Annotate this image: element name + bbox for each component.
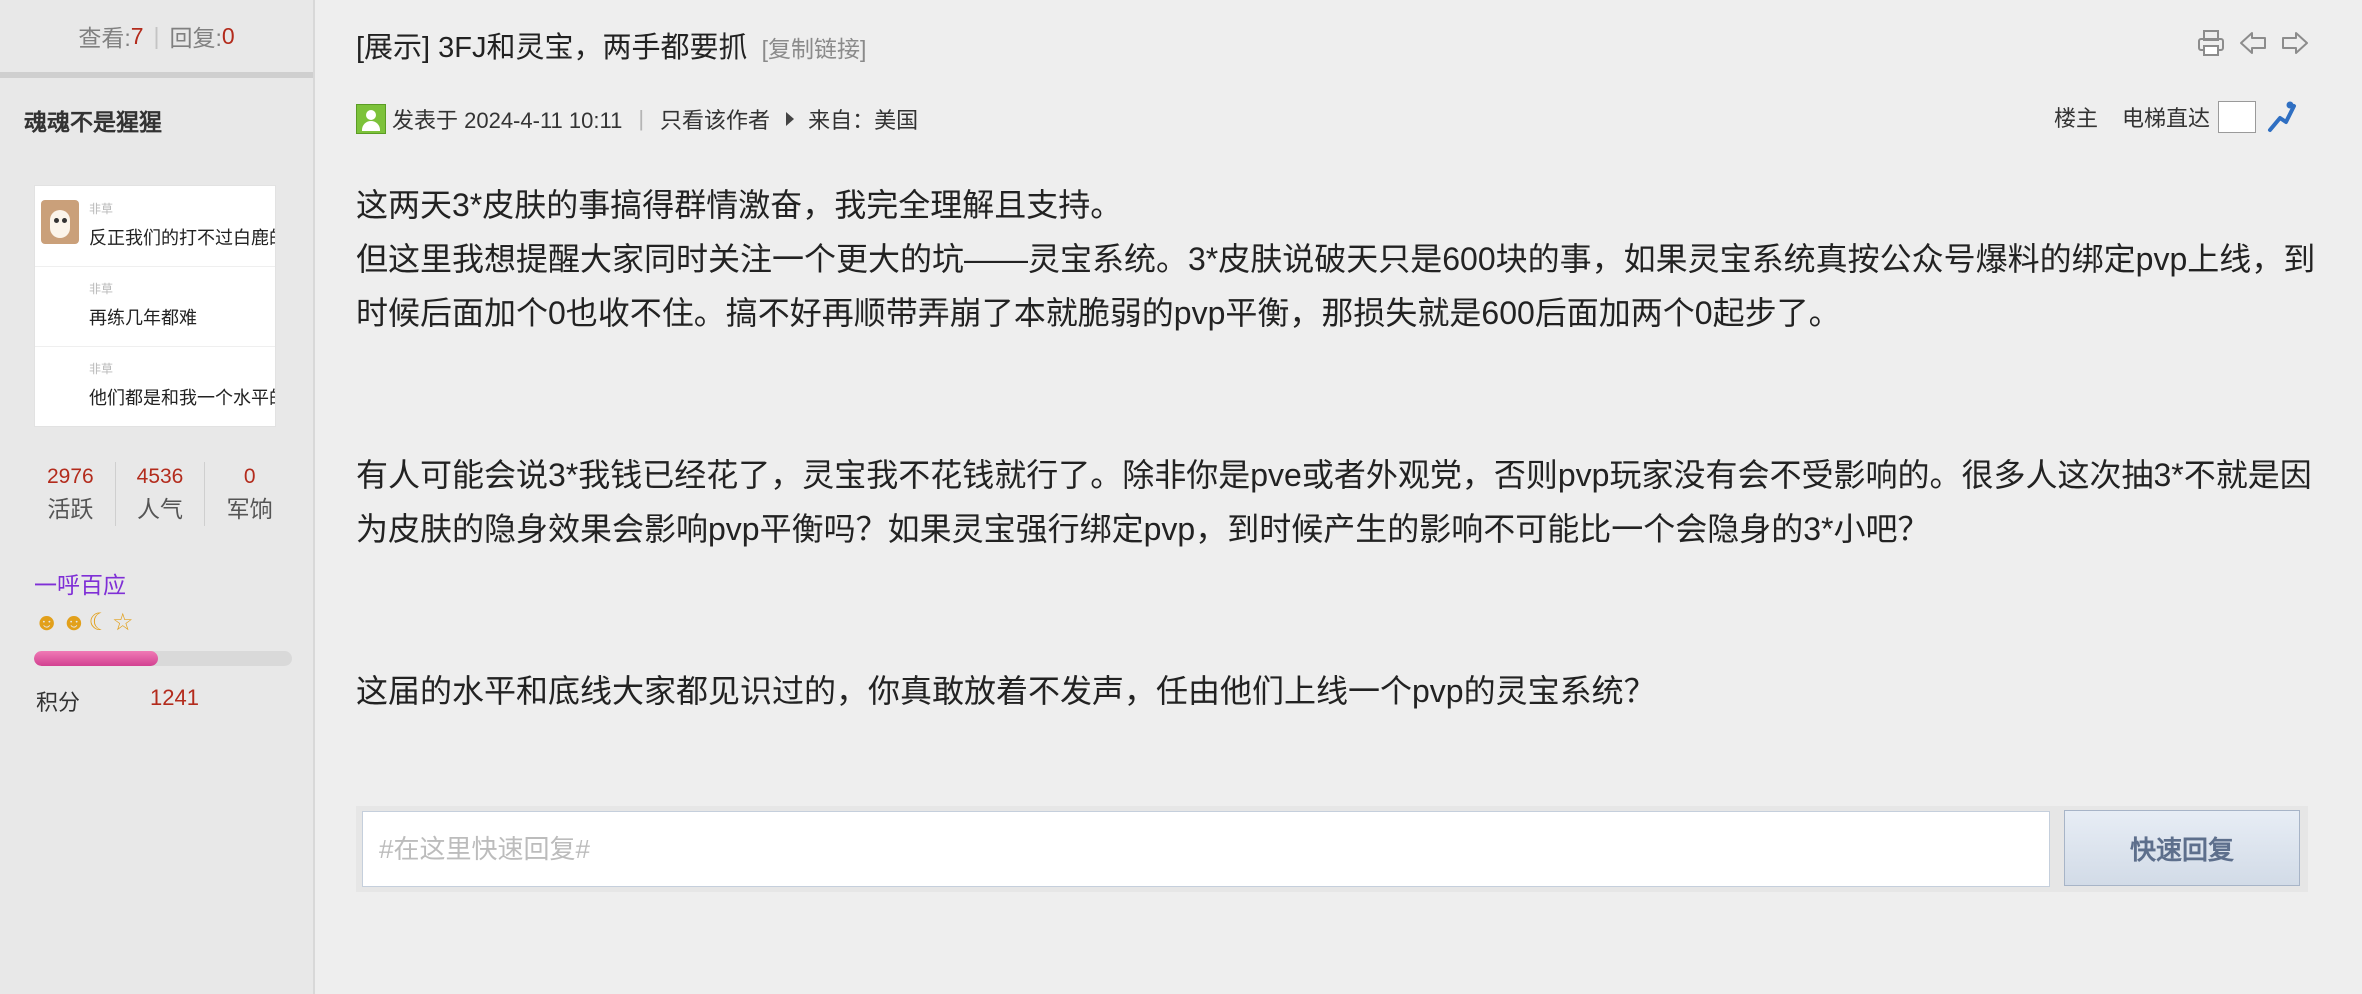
post-paragraph: 但这里我想提醒大家同时关注一个更大的坑——灵宝系统。3*皮肤说破天只是600块的… <box>356 241 2316 331</box>
copy-link-button[interactable]: [复制链接] <box>762 36 867 62</box>
stats-divider: | <box>153 22 160 49</box>
quick-reply: 快速回复 <box>356 806 2308 892</box>
avatar[interactable]: 非草 反正我们的打不过白鹿的 非草 再练几年都难 非草 他们都是和我一个水平的 <box>34 185 276 427</box>
post-paragraph: 这届的水平和底线大家都见识过的，你真敢放着不发声，任由他们上线一个pvp的灵宝系… <box>356 673 1656 709</box>
user-stat-label: 活跃 <box>47 496 94 522</box>
next-thread-icon[interactable] <box>2280 28 2310 58</box>
avatar-chat-row: 非草 反正我们的打不过白鹿的 <box>35 186 275 267</box>
avatar-chat-text: 再练几年都难 <box>89 308 197 328</box>
sun-icon: ☻ <box>61 609 87 636</box>
avatar-chat-text: 他们都是和我一个水平的 <box>89 388 276 408</box>
dog-avatar-icon <box>41 200 79 244</box>
meta-divider: | <box>638 106 645 131</box>
level-icons: ☻ ☻ ☾ ☆ <box>34 608 134 638</box>
floor-number-input[interactable] <box>2218 101 2257 133</box>
jump-icon[interactable] <box>2264 100 2298 134</box>
avatar-chat-name: 非草 <box>89 282 114 296</box>
quick-reply-button[interactable]: 快速回复 <box>2064 810 2300 886</box>
post-paragraph: 这两天3*皮肤的事搞得群情激奋，我完全理解且支持。 <box>356 187 1123 223</box>
post-date: 发表于 2024-4-11 10:11 <box>392 108 623 133</box>
user-stat-value: 0 <box>243 465 256 488</box>
arrow-right-icon <box>786 112 795 126</box>
post-content: 这两天3*皮肤的事搞得群情激奋，我完全理解且支持。 但这里我想提醒大家同时关注一… <box>356 178 2316 718</box>
level-progress-bar <box>34 651 292 666</box>
prev-thread-icon[interactable] <box>2238 28 2268 58</box>
avatar-chat-row: 非草 他们都是和我一个水平的 <box>35 346 275 426</box>
post-origin: 来自：美国 <box>808 108 919 133</box>
author-sidebar: 查看: 7 | 回复: 0 魂魂不是猩猩 非草 反正我们的打不过白鹿的 非草 再… <box>0 0 315 994</box>
quick-reply-input[interactable] <box>362 811 2050 887</box>
thread-tools <box>2196 28 2310 58</box>
avatar-chat-row: 非草 再练几年都难 <box>35 266 275 347</box>
thread-stats: 查看: 7 | 回复: 0 <box>0 0 313 78</box>
views-count: 7 <box>130 22 144 49</box>
thread-title: [展示] 3FJ和灵宝，两手都要抓 [复制链接] <box>356 24 866 66</box>
level-progress-fill <box>34 651 158 666</box>
avatar-chat-text: 反正我们的打不过白鹿的 <box>89 228 276 248</box>
author-name[interactable]: 魂魂不是猩猩 <box>24 103 162 137</box>
views-label: 查看: <box>78 25 131 51</box>
user-stats: 2976 活跃 4536 人气 0 军饷 <box>26 462 294 526</box>
avatar-chat-name: 非草 <box>89 362 114 376</box>
floor-label: 楼主 <box>2054 106 2099 131</box>
user-stat-activity[interactable]: 2976 活跃 <box>26 462 116 526</box>
moon-icon: ☾ <box>88 609 111 636</box>
score-label: 积分 <box>36 690 81 715</box>
user-stat-value: 4536 <box>136 465 184 488</box>
sun-icon: ☻ <box>34 609 60 636</box>
avatar-chat-name: 非草 <box>89 202 114 216</box>
user-stat-label: 人气 <box>137 496 183 522</box>
user-stat-label: 军饷 <box>226 496 273 522</box>
score-value: 1241 <box>150 685 199 710</box>
user-stat-value: 2976 <box>46 465 94 488</box>
replies-label: 回复: <box>169 25 222 51</box>
post-meta: 发表于 2024-4-11 10:11 | 只看该作者 来自：美国 <box>356 102 918 136</box>
replies-count: 0 <box>221 22 235 49</box>
elevator-label: 电梯直达 <box>2122 106 2211 131</box>
floor-nav: 楼主 电梯直达 <box>2054 100 2298 134</box>
user-online-icon <box>356 104 386 134</box>
user-stat-popularity[interactable]: 4536 人气 <box>116 462 206 526</box>
user-stat-pay[interactable]: 0 军饷 <box>205 462 294 526</box>
thread-title-text: [展示] 3FJ和灵宝，两手都要抓 <box>356 32 748 64</box>
only-author-link[interactable]: 只看该作者 <box>660 103 770 135</box>
user-group[interactable]: 一呼百应 <box>34 566 126 600</box>
post-paragraph: 有人可能会说3*我钱已经花了，灵宝我不花钱就行了。除非你是pve或者外观党，否则… <box>356 457 2312 547</box>
print-icon[interactable] <box>2196 28 2226 58</box>
star-icon: ☆ <box>112 609 134 636</box>
